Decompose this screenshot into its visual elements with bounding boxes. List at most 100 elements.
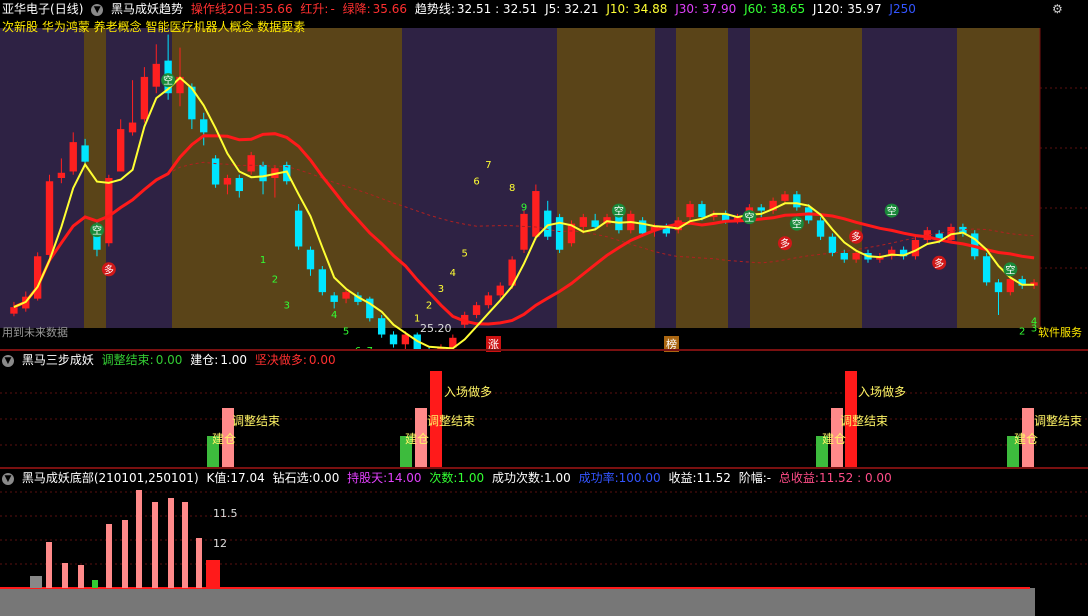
k-label: K值:	[206, 471, 231, 485]
three-step-header: ▼ 黑马三步成妖 调整结束: 0.00 建仓: 1.00 坚决做多: 0.00	[2, 352, 340, 368]
enter-long-label-2: 入场做多	[858, 385, 907, 399]
candle-body-19	[235, 178, 243, 192]
up-label: 红升:	[300, 2, 329, 16]
range-value: -	[766, 471, 772, 485]
k-value: 17.04	[230, 471, 265, 485]
sector-label[interactable]: 软件服务	[1038, 324, 1082, 340]
bottom-title[interactable]: 黑马成妖底部(210101,250101)	[22, 471, 199, 485]
bottom-bar-9	[168, 498, 174, 588]
count-label-4: 5	[462, 248, 468, 259]
kong-marker-7-text: 空	[1005, 263, 1015, 276]
trend-value: 32.51 : 32.51	[456, 2, 538, 16]
candle-body-5	[69, 142, 77, 172]
hold-value: 14.00	[387, 471, 422, 485]
kong-marker-4-text: 空	[744, 211, 754, 224]
bottom-bar-chart	[0, 490, 1088, 616]
three-step-title[interactable]: 黑马三步成妖	[22, 353, 94, 367]
bottom-bar-10	[182, 502, 188, 588]
candle-body-31	[377, 318, 386, 335]
build-label-4: 建仓	[1014, 432, 1039, 446]
main-chart-header: 亚华电子(日线) ▼ 黑马成妖趋势 操作线20日:35.66 红升: - 绿降: 3…	[2, 1, 920, 17]
candle-body-57	[686, 204, 694, 218]
candle-body-33	[401, 334, 410, 345]
build-label-3: 建仓	[822, 432, 847, 446]
candle-body-83	[994, 282, 1003, 293]
period-band-6	[655, 28, 676, 328]
adjust-end-label-3: 调整结束	[840, 414, 889, 428]
candle-body-26	[318, 269, 327, 293]
count-label-2: 3	[438, 284, 444, 295]
candle-body-16	[200, 119, 208, 133]
candle-body-70	[840, 253, 848, 260]
candle-body-9	[117, 129, 125, 172]
candle-body-44	[532, 191, 540, 237]
ops-value: 35.66	[258, 2, 293, 16]
diamond-label: 钻石选:	[272, 471, 313, 485]
period-band-9	[750, 28, 862, 328]
count-label-12: 4	[331, 310, 337, 321]
period-label[interactable]: (日线)	[50, 2, 83, 16]
collapse-icon-2[interactable]: ▼	[2, 354, 14, 367]
count-label-17: 2	[1019, 327, 1025, 338]
j120-value: J120: 35.97	[812, 2, 882, 16]
candle-body-65	[781, 194, 789, 201]
collapse-icon[interactable]: ▼	[91, 3, 104, 16]
bottom-bar-6	[122, 520, 128, 588]
trend-label: 趋势线:	[414, 2, 455, 16]
three-step-pane[interactable]: ▼ 黑马三步成妖 调整结束: 0.00 建仓: 1.00 坚决做多: 0.00 入场做…	[0, 350, 1088, 468]
kong-marker-1-text: 空	[92, 224, 102, 237]
bottom-bar-4	[92, 580, 98, 588]
build-label-2: 建仓	[405, 432, 430, 446]
candle-body-68	[816, 220, 825, 237]
success-value: 1.00	[544, 471, 571, 485]
candle-body-71	[852, 253, 860, 260]
candle-body-17	[211, 158, 220, 185]
j250-value: J250	[889, 2, 916, 16]
stock-name[interactable]: 亚华电子	[2, 2, 50, 16]
build-label: 建仓:	[190, 353, 219, 367]
success-label: 成功次数:	[491, 471, 545, 485]
up-value: -	[330, 2, 335, 16]
candle-body-8	[105, 178, 113, 244]
bottom-bar-0	[30, 576, 42, 588]
candle-body-45	[544, 210, 552, 237]
candle-body-24	[294, 210, 303, 247]
candle-body-43	[520, 213, 528, 250]
candle-body-6	[81, 145, 89, 162]
count-label-9: 1	[260, 255, 266, 266]
candle-body-48	[579, 217, 587, 227]
bottom-bar-8	[152, 502, 158, 588]
candle-body-39	[472, 305, 481, 315]
bottom-bar-2	[62, 563, 68, 588]
candle-body-66	[793, 194, 801, 208]
candle-body-82	[982, 256, 991, 283]
j60-value: J60: 38.65	[744, 2, 806, 16]
concept-tags[interactable]: 次新股 华为鸿蒙 养老概念 智能医疗机器人概念 数据要素	[2, 18, 305, 35]
enter-long-label-1: 入场做多	[444, 385, 493, 399]
ops-label: 操作线20日:	[190, 2, 259, 16]
times-value: 1.00	[457, 471, 485, 485]
adjust-end-label-1: 调整结束	[232, 414, 281, 428]
count-label-1: 2	[426, 300, 432, 311]
adjust-value: 0.00	[155, 353, 183, 367]
collapse-icon-3[interactable]: ▼	[2, 472, 14, 485]
indicator-name[interactable]: 黑马成妖趋势	[111, 2, 183, 16]
bar-value-label-2: 12	[213, 537, 227, 550]
main-chart-pane[interactable]: 空多空多空空多空多空多空12345678912345678234 亚华电子(日线…	[0, 0, 1088, 352]
build-value: 1.00	[220, 353, 248, 367]
count-label-5: 6	[473, 177, 479, 188]
settings-icon[interactable]: ⚙	[1052, 3, 1064, 15]
candle-body-18	[223, 178, 232, 185]
bottom-bar-3	[78, 565, 84, 588]
profit-label: 收益:	[668, 471, 697, 485]
low-price-label: 25.20	[420, 322, 452, 335]
duo-marker-4-text: 多	[851, 231, 861, 244]
candlestick-chart[interactable]: 空多空多空空多空多空多空12345678912345678234	[0, 0, 1088, 350]
j30-value: J30: 37.90	[675, 2, 737, 16]
bottom-pane[interactable]: ▼ 黑马成妖底部(210101,250101) K值:17.04 钻石选:0.0…	[0, 468, 1088, 616]
candle-body-0	[10, 307, 18, 314]
total-label: 总收益:	[778, 471, 819, 485]
candle-body-20	[247, 155, 255, 172]
candle-body-3	[45, 181, 54, 255]
candle-body-4	[57, 172, 66, 178]
